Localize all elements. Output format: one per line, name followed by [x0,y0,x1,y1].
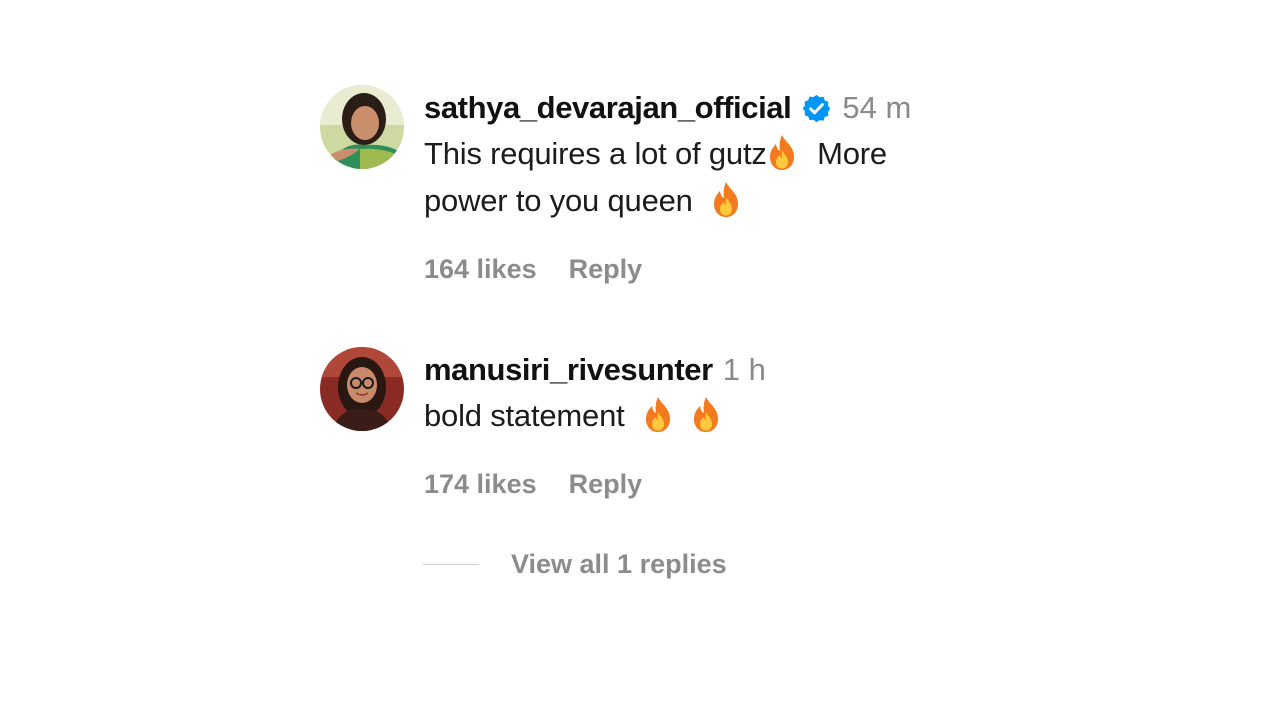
likes-count[interactable]: 164 likes [424,254,537,285]
replies-divider [423,564,479,565]
fire-emoji-icon [767,134,797,171]
comment-text-part: More [817,136,887,171]
comment-text-part: bold statement [424,398,625,433]
view-replies-button[interactable]: View all 1 replies [423,549,727,580]
fire-emoji-icon [691,396,721,433]
comment-timestamp: 1 h [722,352,766,387]
comment-text-part: This requires a lot of gutz [424,136,767,171]
username[interactable]: sathya_devarajan_official [424,90,792,126]
username[interactable]: manusiri_rivesunter [424,352,713,388]
comment-actions: 164 likes Reply [424,254,642,285]
view-replies-label: View all 1 replies [511,549,727,579]
verified-badge-icon [801,93,832,124]
comment-text: This requires a lot of gutz More power t… [424,130,1004,224]
avatar[interactable] [320,347,404,431]
avatar-image [320,347,404,431]
avatar[interactable] [320,85,404,169]
reply-button[interactable]: Reply [569,254,643,285]
comment-timestamp: 54 m [842,90,912,125]
reply-button[interactable]: Reply [569,469,643,500]
fire-emoji-icon [711,181,741,218]
comment-text-part: power to you queen [424,183,693,218]
fire-emoji-icon [643,396,673,433]
avatar-image [320,85,404,169]
comment-text: bold statement [424,392,1004,439]
likes-count[interactable]: 174 likes [424,469,537,500]
comment-actions: 174 likes Reply [424,469,642,500]
